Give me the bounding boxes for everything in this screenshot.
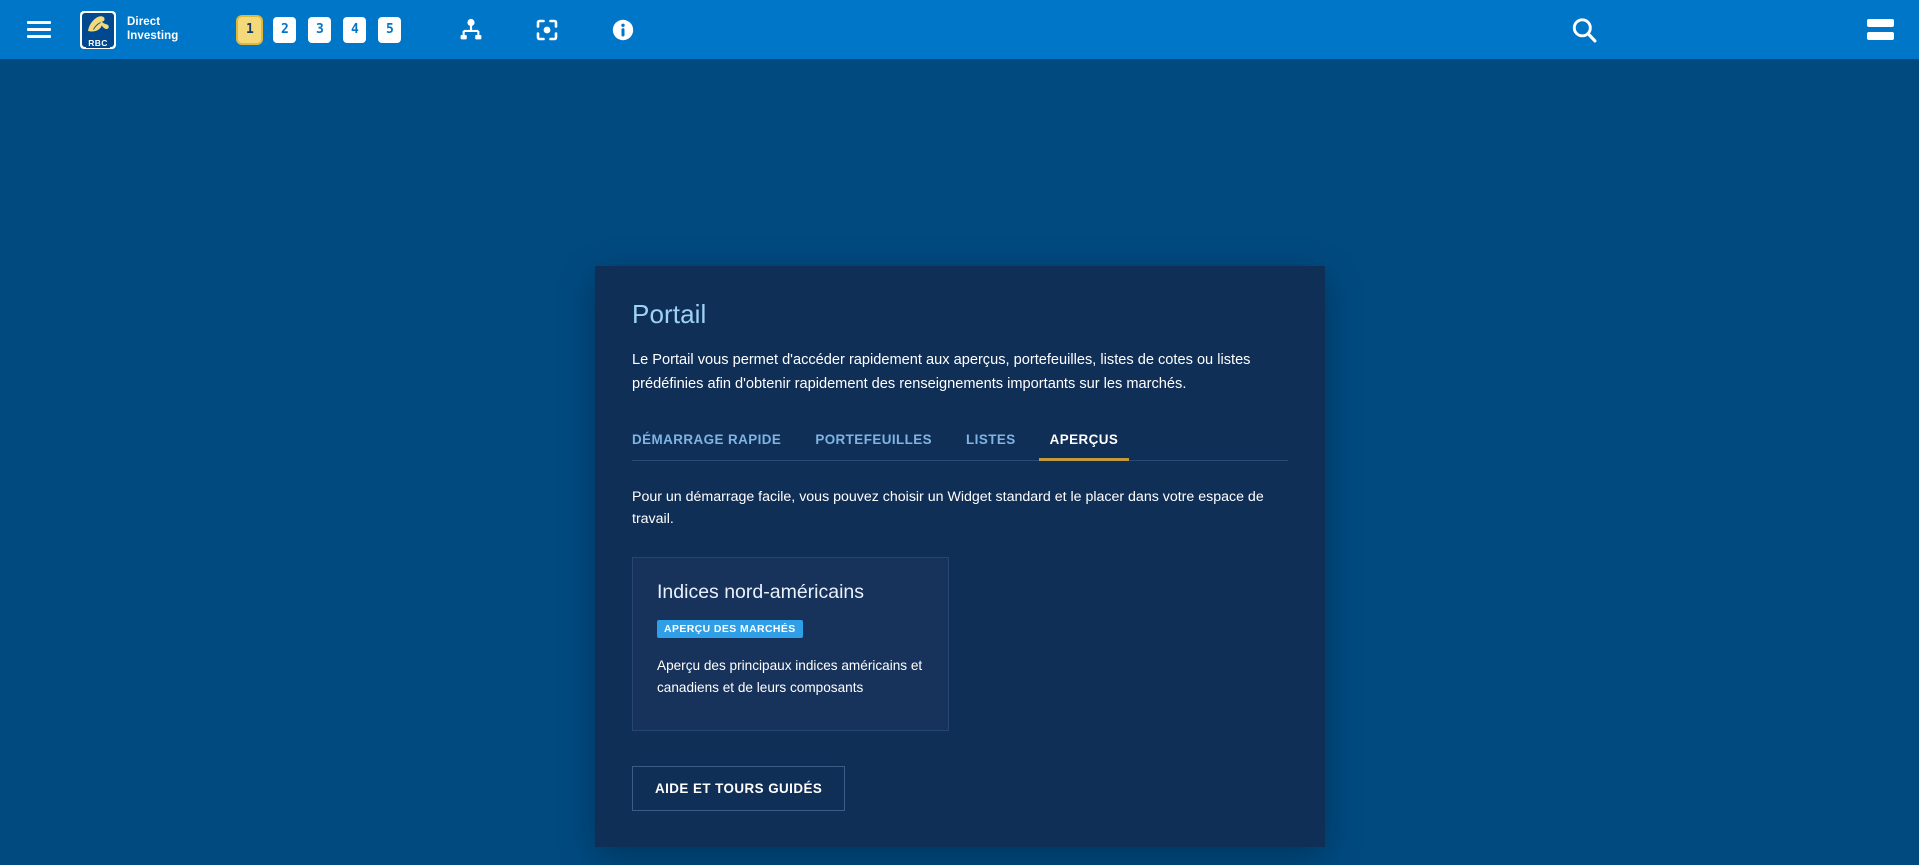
rbc-logo-text: RBC [86, 38, 110, 48]
hamburger-bar [27, 21, 51, 24]
portal-tabs: DÉMARRAGE RAPIDE PORTEFEUILLES LISTES AP… [632, 424, 1288, 461]
hamburger-menu-icon[interactable] [22, 13, 56, 47]
portal-description: Le Portail vous permet d'accéder rapidem… [632, 349, 1277, 396]
workspace-background: Portail Le Portail vous permet d'accéder… [0, 59, 1919, 865]
page-title: Portail [632, 298, 1288, 330]
header-action-icons [457, 16, 637, 44]
portal-instruction: Pour un démarrage facile, vous pouvez ch… [632, 486, 1287, 530]
rbc-logo-icon: RBC [80, 11, 116, 49]
info-circle-icon[interactable] [609, 16, 637, 44]
rbc-lion-icon [85, 15, 111, 34]
tab-demarrage-rapide[interactable]: DÉMARRAGE RAPIDE [632, 424, 798, 460]
workspace-tab-2[interactable]: 2 [273, 17, 296, 43]
widget-description: Aperçu des principaux indices américains… [657, 655, 924, 699]
tab-portefeuilles[interactable]: PORTEFEUILLES [798, 424, 949, 460]
tab-apercus[interactable]: APERÇUS [1033, 424, 1136, 460]
tab-listes[interactable]: LISTES [949, 424, 1033, 460]
help-and-tours-button[interactable]: AIDE ET TOURS GUIDÉS [632, 766, 845, 811]
menu-bar [1867, 19, 1894, 27]
brand-logo[interactable]: RBC Direct Investing [80, 11, 178, 49]
list-menu-icon[interactable] [1863, 15, 1897, 45]
workspace-tab-4[interactable]: 4 [343, 17, 366, 43]
brand-name: Direct Investing [127, 16, 178, 43]
widget-card-indices-nord-americains[interactable]: Indices nord-américains APERÇU DES MARCH… [632, 557, 949, 731]
status-badge: APERÇU DES MARCHÉS [657, 620, 803, 638]
workspace-tab-5[interactable]: 5 [378, 17, 401, 43]
workspace-tab-3[interactable]: 3 [308, 17, 331, 43]
portal-card: Portail Le Portail vous permet d'accéder… [595, 266, 1325, 847]
focus-target-icon[interactable] [533, 16, 561, 44]
widget-title: Indices nord-américains [657, 580, 924, 605]
app-header: RBC Direct Investing 1 2 3 4 5 [0, 0, 1919, 59]
menu-bar [1867, 32, 1894, 40]
widget-list: Indices nord-américains APERÇU DES MARCH… [632, 557, 1288, 731]
search-icon[interactable] [1567, 13, 1601, 47]
hamburger-bar [27, 35, 51, 38]
workspace-tabs: 1 2 3 4 5 [238, 17, 401, 43]
hamburger-bar [27, 28, 51, 31]
workspace-tab-1[interactable]: 1 [238, 17, 261, 43]
link-hierarchy-icon[interactable] [457, 16, 485, 44]
